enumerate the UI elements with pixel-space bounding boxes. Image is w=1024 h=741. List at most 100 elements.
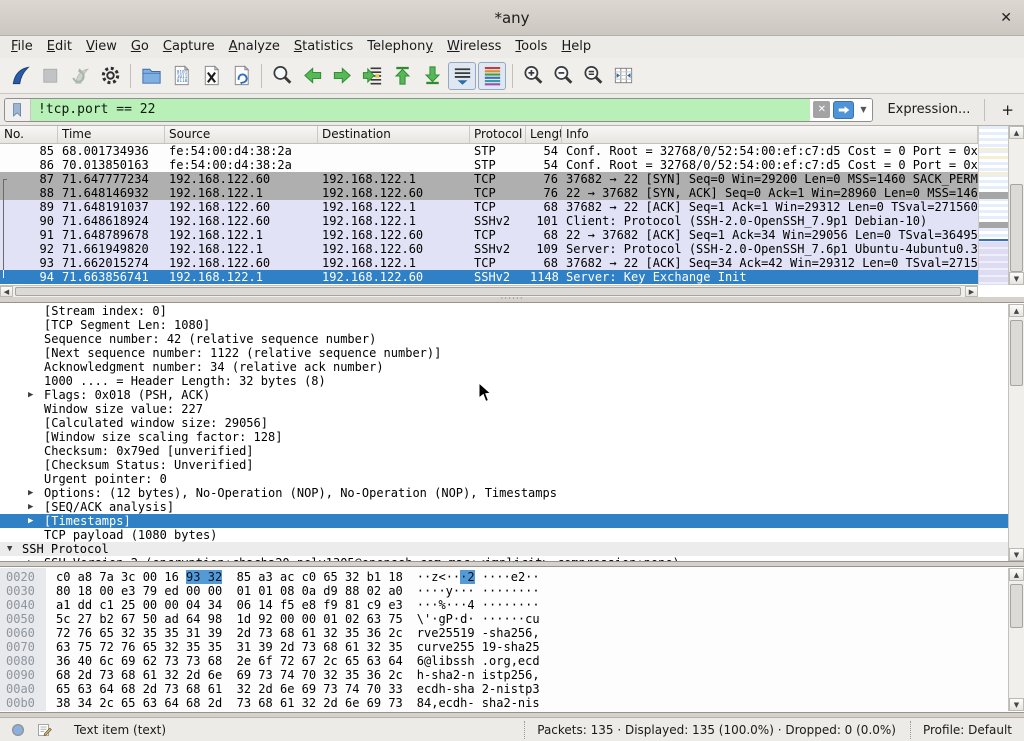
detail-row[interactable]: ▶[Timestamps]	[0, 514, 1008, 528]
column-header-source[interactable]: Source	[165, 126, 318, 143]
hex-row-0060[interactable]: 006072 76 65 32 35 35 31 39 2d 73 68 61 …	[0, 626, 1008, 640]
hex-row-0090[interactable]: 009068 2d 73 68 61 32 2d 6e 69 73 74 70 …	[0, 668, 1008, 682]
detail-row[interactable]: ▶Flags: 0x018 (PSH, ACK)	[0, 388, 1008, 402]
hex-row-0080[interactable]: 008036 40 6c 69 62 73 73 68 2e 6f 72 67 …	[0, 654, 1008, 668]
close-icon[interactable]: ✕	[1000, 0, 1012, 36]
colorize-button[interactable]	[478, 62, 506, 90]
menu-telephony[interactable]: Telephony	[360, 36, 440, 58]
hex-row-00b0[interactable]: 00b038 34 2c 65 63 64 68 2d 73 68 61 32 …	[0, 696, 1008, 710]
packet-list-hscrollbar[interactable]: ◀ ▶	[0, 285, 978, 297]
detail-row[interactable]: [Stream index: 0]	[0, 304, 1008, 318]
save-file-button[interactable]: 010110110110	[167, 62, 195, 90]
menu-view[interactable]: View	[79, 36, 124, 58]
packet-row-93[interactable]: 9371.662015274192.168.122.60192.168.122.…	[0, 256, 978, 270]
hex-row-0040[interactable]: 0040a1 dd c1 25 00 00 04 34 06 14 f5 e8 …	[0, 598, 1008, 612]
hex-row-0050[interactable]: 00505c 27 b2 67 50 ad 64 98 1d 92 00 00 …	[0, 612, 1008, 626]
filter-history-caret-icon[interactable]: ▼	[857, 105, 869, 114]
filter-bookmark-icon[interactable]	[5, 99, 31, 121]
detail-row[interactable]: [TCP Segment Len: 1080]	[0, 318, 1008, 332]
detail-row[interactable]: Checksum: 0x79ed [unverified]	[0, 444, 1008, 458]
expert-info-icon[interactable]	[8, 720, 27, 739]
zoom-in-button[interactable]	[519, 62, 547, 90]
packet-list-vscrollbar[interactable]: ▲ ▼	[1008, 126, 1024, 285]
packet-row-89[interactable]: 8971.648191037192.168.122.60192.168.122.…	[0, 200, 978, 214]
add-filter-button[interactable]: +	[995, 101, 1020, 119]
expanded-expander-icon[interactable]: ▼	[7, 542, 12, 556]
filter-input[interactable]: !tcp.port == 22 ✕ ▼	[4, 98, 873, 122]
start-capture-button[interactable]	[6, 62, 34, 90]
collapsed-expander-icon[interactable]: ▶	[28, 556, 33, 561]
scroll-down-icon[interactable]: ▼	[1009, 548, 1024, 561]
column-header-protocol[interactable]: Protocol	[470, 126, 526, 143]
collapsed-expander-icon[interactable]: ▶	[28, 514, 33, 528]
packet-row-87[interactable]: 8771.647777234192.168.122.60192.168.122.…	[0, 172, 978, 186]
column-header-length[interactable]: Length	[526, 126, 562, 143]
reload-file-button[interactable]	[227, 62, 255, 90]
stop-capture-button[interactable]	[36, 62, 64, 90]
profile-status[interactable]: Profile: Default	[910, 721, 1016, 739]
go-to-packet-button[interactable]	[358, 62, 386, 90]
open-file-button[interactable]	[137, 62, 165, 90]
hex-row-0030[interactable]: 003080 18 00 e3 79 ed 00 00 01 01 08 0a …	[0, 584, 1008, 598]
go-first-button[interactable]	[388, 62, 416, 90]
menu-analyze[interactable]: Analyze	[222, 36, 287, 58]
hex-row-00a0[interactable]: 00a065 63 64 68 2d 73 68 61 32 2d 6e 69 …	[0, 682, 1008, 696]
hex-row-0020[interactable]: 0020c0 a8 7a 3c 00 16 93 32 85 a3 ac c0 …	[0, 570, 1008, 584]
packet-row-88[interactable]: 8871.648146932192.168.122.1192.168.122.6…	[0, 186, 978, 200]
menu-statistics[interactable]: Statistics	[287, 36, 360, 58]
scroll-up-icon[interactable]: ▲	[1009, 304, 1024, 317]
auto-scroll-button[interactable]	[448, 62, 476, 90]
expression-button[interactable]: Expression...	[887, 102, 970, 117]
collapsed-expander-icon[interactable]: ▶	[28, 486, 33, 500]
scrollbar-thumb[interactable]	[15, 287, 961, 296]
scrollbar-thumb[interactable]	[1010, 184, 1023, 272]
filter-clear-icon[interactable]: ✕	[813, 101, 830, 118]
detail-row[interactable]: ▶Options: (12 bytes), No-Operation (NOP)…	[0, 486, 1008, 500]
scroll-up-icon[interactable]: ▲	[1009, 568, 1024, 581]
column-header-info[interactable]: Info	[562, 126, 978, 143]
scrollbar-thumb[interactable]	[1010, 320, 1023, 386]
menu-edit[interactable]: Edit	[40, 36, 79, 58]
scroll-down-icon[interactable]: ▼	[1009, 698, 1024, 711]
detail-row[interactable]: Acknowledgment number: 34 (relative ack …	[0, 360, 1008, 374]
menu-help[interactable]: Help	[554, 36, 598, 58]
packet-row-94[interactable]: 9471.663856741192.168.122.1192.168.122.6…	[0, 270, 978, 284]
detail-row[interactable]: [Checksum Status: Unverified]	[0, 458, 1008, 472]
packet-row-91[interactable]: 9171.648789678192.168.122.1192.168.122.6…	[0, 228, 978, 242]
scrollbar-thumb[interactable]	[1010, 584, 1023, 628]
column-header-time[interactable]: Time	[58, 126, 165, 143]
detail-row[interactable]: [Window size scaling factor: 128]	[0, 430, 1008, 444]
packet-row-92[interactable]: 9271.661949820192.168.122.1192.168.122.6…	[0, 242, 978, 256]
menu-capture[interactable]: Capture	[156, 36, 222, 58]
column-header-destination[interactable]: Destination	[318, 126, 470, 143]
detail-row[interactable]: Urgent pointer: 0	[0, 472, 1008, 486]
menu-tools[interactable]: Tools	[508, 36, 554, 58]
collapsed-expander-icon[interactable]: ▶	[28, 500, 33, 514]
zoom-out-button[interactable]	[549, 62, 577, 90]
go-back-button[interactable]	[298, 62, 326, 90]
hex-row-0070[interactable]: 007063 75 72 76 65 32 35 35 31 39 2d 73 …	[0, 640, 1008, 654]
menu-go[interactable]: Go	[124, 36, 156, 58]
titlebar[interactable]: *any ✕	[0, 0, 1024, 36]
packet-list-minimap[interactable]	[978, 126, 1008, 285]
detail-row[interactable]: TCP payload (1080 bytes)	[0, 528, 1008, 542]
detail-row[interactable]: 1000 .... = Header Length: 32 bytes (8)	[0, 374, 1008, 388]
bytes-vscrollbar[interactable]: ▲ ▼	[1008, 568, 1024, 711]
details-vscrollbar[interactable]: ▲ ▼	[1008, 304, 1024, 561]
column-header-no[interactable]: No.	[0, 126, 58, 143]
zoom-original-button[interactable]	[579, 62, 607, 90]
packet-row-85[interactable]: 8568.001734936fe:54:00:d4:38:2aSTP54Conf…	[0, 144, 978, 158]
filter-apply-icon[interactable]	[833, 101, 854, 119]
restart-capture-button[interactable]	[66, 62, 94, 90]
detail-row[interactable]: Sequence number: 42 (relative sequence n…	[0, 332, 1008, 346]
scroll-down-icon[interactable]: ▼	[1009, 272, 1024, 285]
detail-row[interactable]: [Next sequence number: 1122 (relative se…	[0, 346, 1008, 360]
go-last-button[interactable]	[418, 62, 446, 90]
detail-row[interactable]: ▼SSH Protocol	[0, 542, 1008, 556]
find-packet-button[interactable]	[268, 62, 296, 90]
filter-text[interactable]: !tcp.port == 22	[31, 99, 810, 121]
resize-columns-button[interactable]	[609, 62, 637, 90]
menu-file[interactable]: File	[4, 36, 40, 58]
menu-wireless[interactable]: Wireless	[440, 36, 508, 58]
go-forward-button[interactable]	[328, 62, 356, 90]
